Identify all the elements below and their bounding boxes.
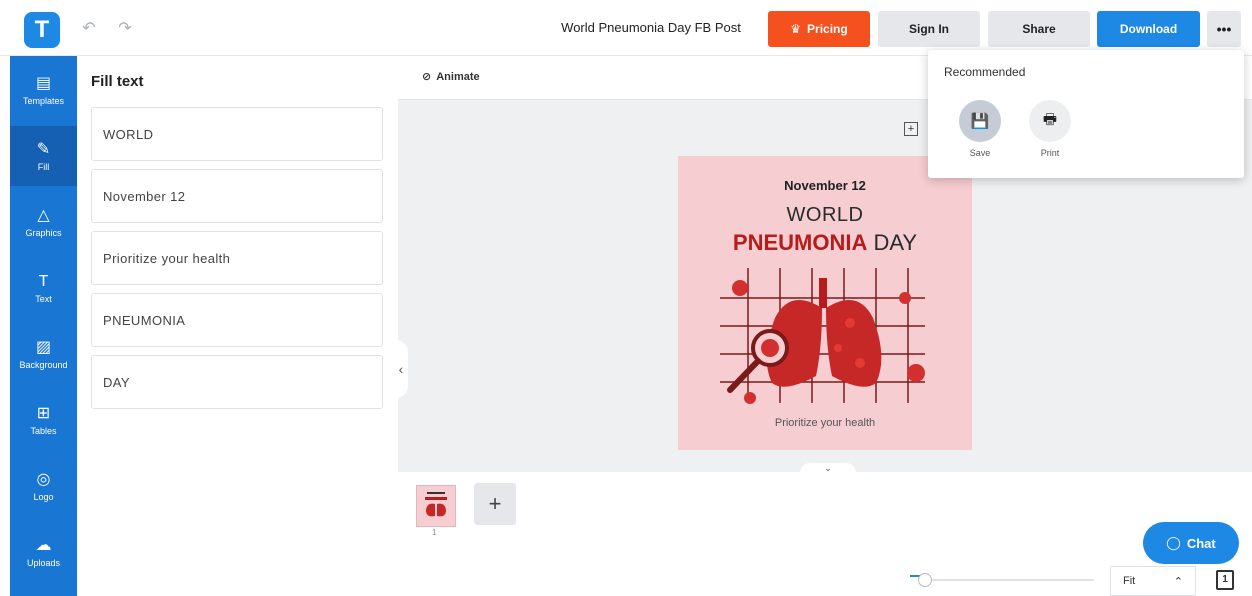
table-icon: ⊞: [36, 404, 51, 422]
sidebar-item-label: Fill: [37, 161, 50, 172]
sidebar-item-label: Text: [35, 293, 52, 304]
pencil-icon: ✎: [36, 140, 51, 158]
share-button[interactable]: Share: [988, 11, 1090, 47]
sidebar-item-label: Templates: [22, 95, 65, 106]
sidebar-item-logo[interactable]: ◎ Logo: [10, 456, 77, 516]
sidebar-item-fill[interactable]: ✎ Fill: [10, 126, 77, 186]
text-field-date[interactable]: November 12: [91, 169, 383, 223]
undo-icon[interactable]: ↶: [80, 20, 98, 38]
print-option[interactable]: 🖶 Print: [1025, 100, 1075, 158]
more-options-button[interactable]: •••: [1207, 11, 1241, 47]
print-icon: 🖶: [1029, 100, 1071, 142]
save-option[interactable]: 💾 Save: [955, 100, 1005, 158]
sidebar-item-background[interactable]: ▨ Background: [10, 324, 77, 384]
sidebar-item-tables[interactable]: ⊞ Tables: [10, 390, 77, 450]
design-poster[interactable]: November 12 WORLD PNEUMONIA DAY Prioriti…: [678, 156, 972, 450]
sidebar-item-templates[interactable]: ▤ Templates: [10, 60, 77, 120]
text-field-day[interactable]: DAY: [91, 355, 383, 409]
top-bar: T ↶ ↷ World Pneumonia Day FB Post ♛ Pric…: [0, 0, 1252, 56]
save-icon: 💾: [959, 100, 1001, 142]
chat-label: Chat: [1186, 535, 1216, 551]
sidebar-item-label: Background: [19, 359, 68, 370]
logo-icon: ◎: [36, 470, 51, 488]
sidebar-item-text[interactable]: T Text: [10, 258, 77, 318]
chat-bubble-icon: ◯: [1166, 535, 1181, 550]
templates-icon: ▤: [35, 74, 52, 92]
dropdown-title: Recommended: [944, 65, 1026, 79]
sidebar-item-graphics[interactable]: △ Graphics: [10, 192, 77, 252]
pricing-button[interactable]: ♛ Pricing: [768, 11, 870, 47]
zoom-slider-handle[interactable]: [918, 573, 932, 587]
document-title[interactable]: World Pneumonia Day FB Post: [548, 20, 754, 35]
poster-date: November 12: [784, 178, 866, 193]
fill-text-panel: Fill text WORLD November 12 Prioritize y…: [77, 56, 397, 596]
page-number: 1: [432, 528, 437, 537]
collapse-panel-icon[interactable]: ‹: [394, 340, 408, 398]
animate-icon: ⊘: [422, 71, 432, 83]
save-label: Save: [969, 148, 991, 158]
sidebar-item-label: Uploads: [26, 557, 61, 568]
download-dropdown: Recommended 💾 Save 🖶 Print: [928, 50, 1244, 178]
text-icon: T: [38, 272, 49, 290]
sidebar-item-label: Tables: [30, 425, 57, 436]
poster-pneumonia: PNEUMONIA: [732, 230, 868, 255]
animate-label: Animate: [436, 70, 480, 83]
sidebar-item-label: Graphics: [25, 227, 62, 238]
cloud-upload-icon: ☁: [35, 536, 52, 554]
poster-world: WORLD: [786, 204, 864, 226]
page-view-icon[interactable]: 1: [1216, 570, 1234, 590]
page-thumbnail-preview: [425, 492, 447, 517]
chat-button[interactable]: ◯ Chat: [1143, 522, 1239, 564]
poster-tagline: Prioritize your health: [774, 417, 876, 429]
left-sidebar: ▤ Templates ✎ Fill △ Graphics T Text ▨ B…: [10, 56, 77, 596]
print-label: Print: [1040, 148, 1060, 158]
lungs-illustration: [720, 268, 925, 404]
expand-pages-icon[interactable]: ⌄: [800, 463, 856, 477]
text-field-pneumonia[interactable]: PNEUMONIA: [91, 293, 383, 347]
pricing-label: Pricing: [807, 22, 848, 36]
text-field-tagline[interactable]: Prioritize your health: [91, 231, 383, 285]
redo-icon[interactable]: ↷: [116, 20, 134, 38]
poster-headline: PNEUMONIA DAY: [678, 230, 972, 256]
page-thumbnail[interactable]: [416, 485, 456, 527]
add-page-button[interactable]: +: [474, 483, 516, 525]
download-button[interactable]: Download: [1097, 11, 1200, 47]
chevron-up-icon: ⌃: [1173, 575, 1183, 588]
sidebar-item-label: Logo: [33, 491, 54, 502]
panel-title: Fill text: [91, 73, 144, 90]
sign-in-button[interactable]: Sign In: [878, 11, 980, 47]
add-element-icon[interactable]: +: [904, 122, 918, 136]
app-logo[interactable]: T: [24, 12, 60, 48]
poster-day: DAY: [867, 230, 918, 255]
shapes-icon: △: [37, 206, 50, 224]
animate-button[interactable]: ⊘ Animate: [422, 70, 480, 84]
background-icon: ▨: [35, 338, 52, 356]
crown-icon: ♛: [790, 22, 802, 36]
zoom-slider[interactable]: [920, 579, 1094, 581]
zoom-select[interactable]: Fit ⌃: [1110, 566, 1196, 596]
sidebar-item-uploads[interactable]: ☁ Uploads: [10, 522, 77, 582]
zoom-value: Fit: [1123, 575, 1136, 587]
text-field-world[interactable]: WORLD: [91, 107, 383, 161]
